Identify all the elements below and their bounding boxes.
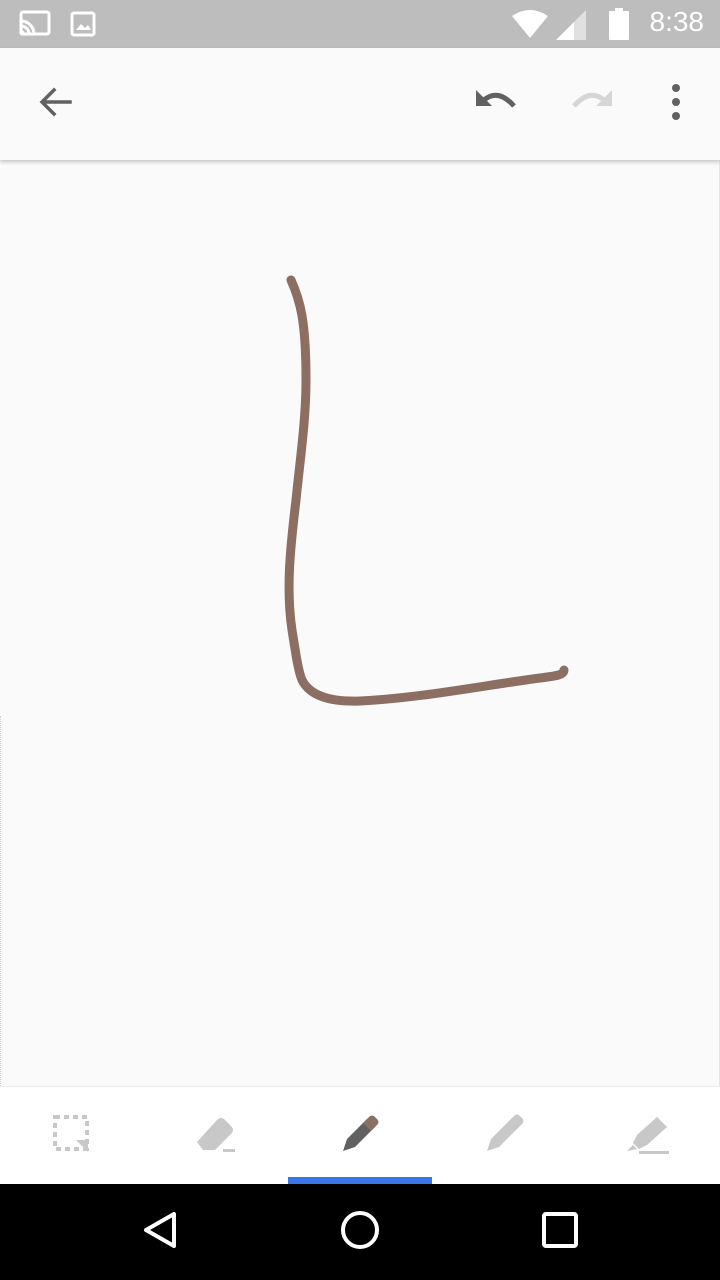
- nav-back-button[interactable]: [128, 1200, 192, 1264]
- undo-button[interactable]: [464, 72, 528, 136]
- more-options-button[interactable]: [644, 72, 708, 136]
- eraser-icon: [193, 1114, 239, 1159]
- app-bar: [0, 48, 720, 160]
- navigation-bar: [0, 1184, 720, 1280]
- tool-bar: [0, 1086, 720, 1185]
- nav-home-icon: [340, 1210, 380, 1255]
- ink-stroke: [284, 275, 569, 706]
- image-icon: [70, 11, 96, 42]
- more-vert-icon: [670, 83, 682, 125]
- undo-icon: [474, 86, 518, 123]
- tool-eraser[interactable]: [144, 1087, 288, 1185]
- nav-home-button[interactable]: [328, 1200, 392, 1264]
- nav-recents-button[interactable]: [528, 1200, 592, 1264]
- status-bar: 8:38: [0, 0, 720, 48]
- status-time: 8:38: [649, 6, 705, 37]
- tool-highlighter[interactable]: [576, 1087, 720, 1185]
- pen-icon: [339, 1113, 381, 1160]
- nav-back-icon: [140, 1210, 180, 1255]
- highlighter-icon: [625, 1113, 671, 1160]
- signal-icon: [556, 10, 588, 45]
- nav-recents-icon: [540, 1210, 580, 1255]
- redo-button[interactable]: [560, 72, 624, 136]
- back-button[interactable]: [24, 72, 88, 136]
- tool-lasso-select[interactable]: [0, 1087, 144, 1185]
- tool-pen[interactable]: [288, 1087, 432, 1185]
- redo-icon: [570, 86, 614, 123]
- cast-icon: [18, 10, 52, 43]
- wifi-icon: [512, 10, 548, 43]
- marker-icon: [483, 1113, 525, 1160]
- battery-icon: [608, 8, 630, 45]
- lasso-select-icon: [52, 1114, 92, 1159]
- back-arrow-icon: [38, 84, 74, 125]
- drawing-canvas[interactable]: [0, 160, 720, 1086]
- tool-marker[interactable]: [432, 1087, 576, 1185]
